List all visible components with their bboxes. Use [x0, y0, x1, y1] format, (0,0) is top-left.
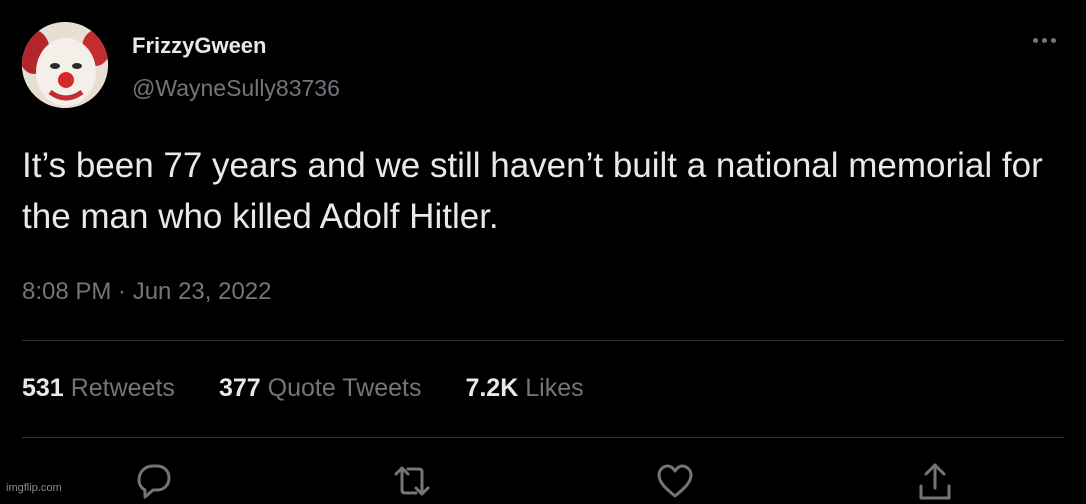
retweet-icon [394, 466, 430, 496]
watermark: imgflip.com [6, 482, 62, 494]
likes-label: Likes [525, 374, 584, 402]
likes-count: 7.2K [465, 374, 519, 402]
retweets-stat[interactable]: 531 Retweets [22, 374, 175, 403]
like-button[interactable] [653, 460, 697, 504]
like-icon [657, 464, 693, 498]
avatar[interactable] [22, 22, 108, 108]
reply-button[interactable] [131, 460, 175, 504]
clown-face-avatar-icon [22, 22, 108, 108]
tweet-timestamp[interactable]: 8:08 PM · Jun 23, 2022 [22, 278, 272, 306]
engagement-stats: 531 Retweets 377 Quote Tweets 7.2K Likes [22, 374, 584, 403]
likes-stat[interactable]: 7.2K Likes [465, 374, 583, 403]
author-display-name[interactable]: FrizzyGween [132, 33, 266, 59]
quote-tweets-count: 377 [218, 374, 261, 402]
tweet-card: FrizzyGween @WayneSully83736 It’s been 7… [0, 0, 1086, 500]
tweet-text: It’s been 77 years and we still haven’t … [22, 146, 1043, 236]
more-dot-icon [1041, 37, 1047, 43]
retweets-count: 531 [22, 374, 64, 402]
share-icon [919, 463, 951, 500]
divider [22, 437, 1064, 438]
reply-icon [137, 464, 171, 499]
more-options-button[interactable] [1026, 28, 1062, 52]
quote-tweets-stat[interactable]: 377 Quote Tweets [219, 374, 422, 403]
quote-tweets-label: Quote Tweets [267, 374, 422, 402]
retweets-label: Retweets [70, 374, 175, 402]
share-button[interactable] [913, 460, 957, 504]
more-dot-icon [1032, 37, 1038, 43]
more-dot-icon [1050, 37, 1056, 43]
retweet-button[interactable] [390, 460, 434, 504]
author-handle[interactable]: @WayneSully83736 [132, 75, 340, 102]
divider [22, 340, 1064, 341]
action-bar [0, 460, 1086, 500]
